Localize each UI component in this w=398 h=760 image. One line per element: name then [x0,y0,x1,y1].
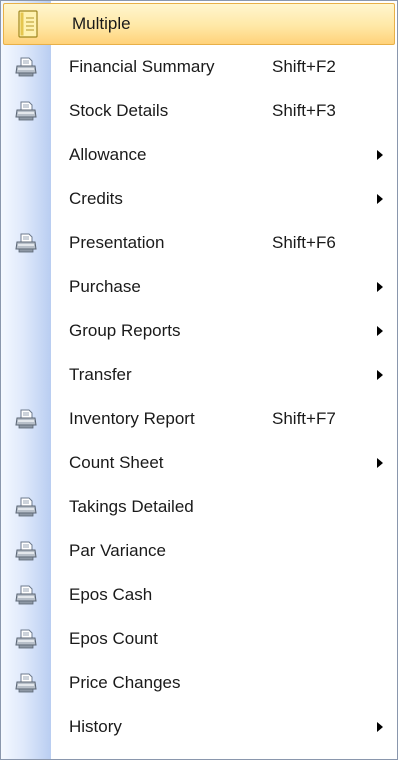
menu-item-epos-cash[interactable]: Epos Cash [1,573,397,617]
printer-icon [1,529,51,573]
menu-item-multiple[interactable]: Multiple [3,3,395,45]
menu-item-presentation[interactable]: Presentation Shift+F6 [1,221,397,265]
submenu-arrow-icon [377,370,383,380]
menu-item-label: Presentation [69,233,165,252]
submenu-arrow-icon [377,194,383,204]
submenu-arrow-icon [377,458,383,468]
menu-item-icon-slot [1,353,51,397]
menu-item-icon-slot [1,309,51,353]
submenu-arrow-icon [377,722,383,732]
menu-item-allowance[interactable]: Allowance [1,133,397,177]
menu-item-icon-slot [1,133,51,177]
menu-item-credits[interactable]: Credits [1,177,397,221]
printer-icon [1,221,51,265]
menu-item-label: Inventory Report [69,409,195,428]
menu-item-shortcut: Shift+F3 [272,101,336,120]
printer-icon [1,45,51,89]
menu-item-label: Stock Details [69,101,169,120]
menu-item-label: Count Sheet [69,453,164,472]
menu-item-par-variance[interactable]: Par Variance [1,529,397,573]
menu-item-history[interactable]: History [1,705,397,749]
menu-item-label: Multiple [72,14,131,33]
menu-item-icon-slot [1,705,51,749]
menu-item-label: Financial Summary [69,57,215,76]
submenu-arrow-icon [377,282,383,292]
menu-items: Multiple Financial Summary Shift+F2 Stock D… [1,1,397,749]
menu-item-label: Allowance [69,145,147,164]
menu-item-label: Takings Detailed [69,497,194,516]
menu-item-label: Epos Cash [69,585,153,604]
printer-icon [1,89,51,133]
menu-item-label: Price Changes [69,673,181,692]
menu-item-epos-count[interactable]: Epos Count [1,617,397,661]
menu-item-inventory-report[interactable]: Inventory Report Shift+F7 [1,397,397,441]
menu-item-label: Credits [69,189,123,208]
menu-item-count-sheet[interactable]: Count Sheet [1,441,397,485]
printer-icon [1,661,51,705]
menu-item-label: Epos Count [69,629,158,648]
menu-item-label: Group Reports [69,321,181,340]
submenu-arrow-icon [377,326,383,336]
menu-item-group-reports[interactable]: Group Reports [1,309,397,353]
printer-icon [1,397,51,441]
menu-item-label: History [69,717,122,736]
printer-icon [1,485,51,529]
notebook-icon [4,4,51,44]
menu-item-takings-detailed[interactable]: Takings Detailed [1,485,397,529]
menu-item-icon-slot [1,177,51,221]
menu-item-icon-slot [1,441,51,485]
menu-item-price-changes[interactable]: Price Changes [1,661,397,705]
menu-item-stock-details[interactable]: Stock Details Shift+F3 [1,89,397,133]
submenu-arrow-icon [377,150,383,160]
menu-item-shortcut: Shift+F7 [272,409,336,428]
menu-item-shortcut: Shift+F6 [272,233,336,252]
context-menu: Multiple Financial Summary Shift+F2 Stock D… [0,0,398,760]
menu-item-label: Transfer [69,365,132,384]
menu-item-transfer[interactable]: Transfer [1,353,397,397]
menu-item-financial-summary[interactable]: Financial Summary Shift+F2 [1,45,397,89]
printer-icon [1,617,51,661]
menu-item-label: Par Variance [69,541,167,560]
menu-item-shortcut: Shift+F2 [272,57,336,76]
printer-icon [1,573,51,617]
menu-item-purchase[interactable]: Purchase [1,265,397,309]
menu-item-label: Purchase [69,277,141,296]
menu-item-icon-slot [1,265,51,309]
